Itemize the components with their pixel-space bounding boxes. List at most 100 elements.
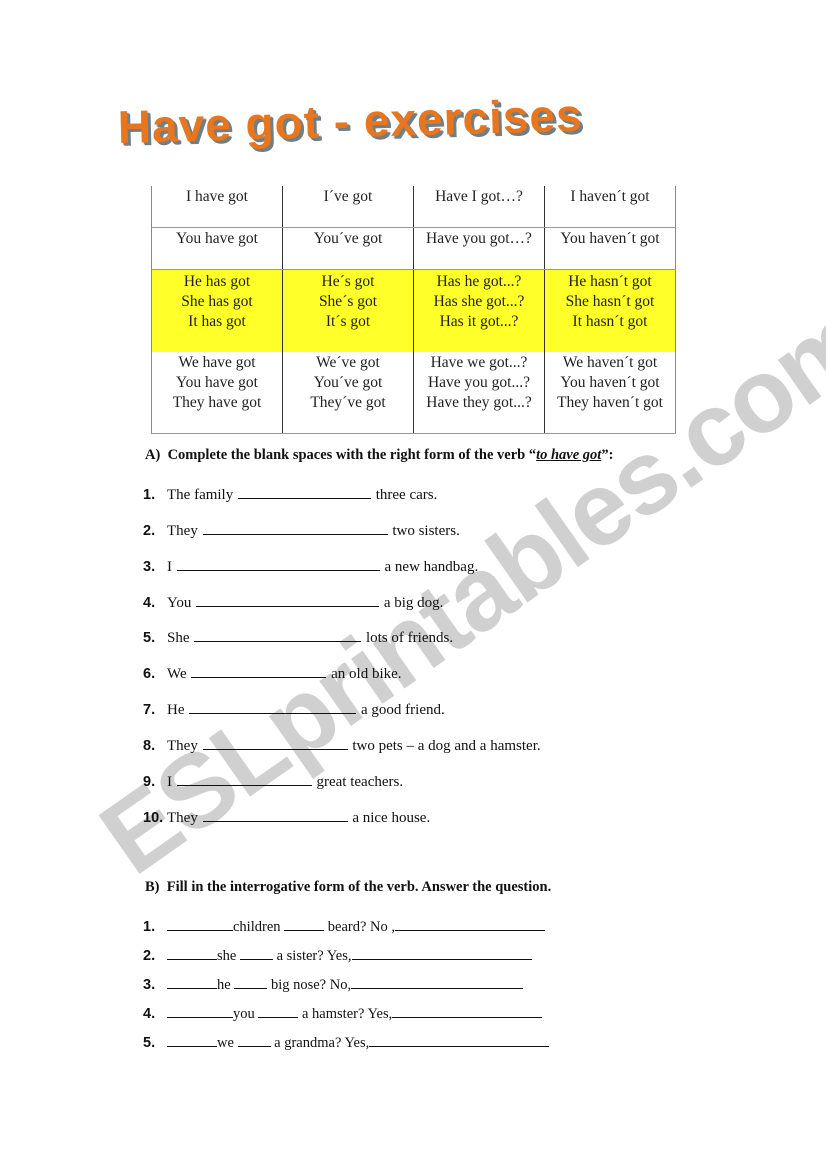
answer-blank[interactable] <box>191 663 327 678</box>
got-blank[interactable] <box>239 946 273 960</box>
section-b-text: Fill in the interrogative form of the ve… <box>166 879 552 895</box>
exercise-a-item: 8. They two pets – a dog and a hamster. <box>143 735 541 755</box>
item-subject: I <box>167 774 172 790</box>
table-cell: I´ve got <box>282 186 414 228</box>
conjugation-table: I have got I´ve got Have I got…? I haven´t … <box>151 186 676 434</box>
answer-blank[interactable] <box>395 917 545 931</box>
cell-text: It hasn´t got <box>572 313 648 330</box>
item-subject: you <box>233 1006 255 1022</box>
answer-blank[interactable] <box>196 592 380 607</box>
table-cell: He´s got She´s got It´s got <box>282 269 414 352</box>
table-cell: Has he got...? Has she got...? Has it got.… <box>413 269 545 352</box>
verb-blank[interactable] <box>167 1033 217 1047</box>
cell-text: We haven´t got <box>562 354 658 371</box>
item-rest: two sisters. <box>392 523 460 539</box>
cell-text: You haven´t got <box>560 374 660 391</box>
cell-text: Have you got...? <box>427 374 530 391</box>
table-cell: He hasn´t got She hasn´t got It hasn´t got <box>544 269 676 352</box>
item-rest: a new handbag. <box>384 559 479 575</box>
answer-blank[interactable] <box>369 1033 550 1047</box>
cell-text: Have you got…? <box>426 230 532 247</box>
cell-text: Has it got...? <box>439 313 519 330</box>
table-row: We have got You have got They have got We´v… <box>151 352 676 434</box>
table-row: I have got I´ve got Have I got…? I haven´t … <box>151 186 676 228</box>
answer-blank[interactable] <box>176 771 312 786</box>
cell-text: Has she got...? <box>433 293 525 310</box>
table-cell: Have you got…? <box>413 227 545 270</box>
item-subject: They <box>167 523 198 539</box>
table-cell: You´ve got <box>282 227 414 270</box>
answer-blank[interactable] <box>176 556 380 571</box>
exercise-a-item: 7. He a good friend. <box>143 699 445 719</box>
cell-text: Have I got…? <box>435 188 523 205</box>
cell-text: I haven´t got <box>570 188 650 205</box>
answer-blank[interactable] <box>194 627 362 642</box>
item-object: big nose? No, <box>270 977 352 993</box>
item-rest: an old bike. <box>331 666 402 682</box>
answer-blank[interactable] <box>202 735 348 750</box>
table-row: You have got You´ve got Have you got…? You … <box>151 227 676 270</box>
exercise-a-item: 1. The family three cars. <box>143 484 437 504</box>
item-number: 6. <box>143 666 156 682</box>
exercise-b-item: 4. you a hamster? Yes, <box>143 1004 543 1023</box>
table-cell: You have got <box>151 227 283 270</box>
verb-blank[interactable] <box>167 975 217 989</box>
exercise-a-item: 2. They two sisters. <box>143 520 460 540</box>
cell-text: You´ve got <box>313 230 383 247</box>
cell-text: You haven´t got <box>560 230 660 247</box>
table-cell: You haven´t got <box>544 227 676 270</box>
exercise-b-item: 5. we a grandma? Yes, <box>143 1033 550 1052</box>
item-number: 7. <box>143 702 156 718</box>
got-blank[interactable] <box>234 975 268 989</box>
item-number: 4. <box>143 595 156 611</box>
item-subject: he <box>217 977 231 993</box>
got-blank[interactable] <box>258 1004 299 1018</box>
exercise-b-item: 2. she a sister? Yes, <box>143 946 532 965</box>
table-cell: Have we got...? Have you got...? Have they… <box>413 352 545 434</box>
table-cell: We have got You have got They have got <box>151 352 283 434</box>
cell-text: You´ve got <box>313 374 383 391</box>
answer-blank[interactable] <box>202 807 348 822</box>
item-object: a sister? Yes, <box>276 948 352 964</box>
answer-blank[interactable] <box>202 520 388 535</box>
table-cell: He has got She has got It has got <box>151 269 283 352</box>
item-number: 2. <box>143 523 156 539</box>
item-number: 5. <box>143 630 156 646</box>
cell-text: He hasn´t got <box>568 273 652 290</box>
got-blank[interactable] <box>284 917 325 931</box>
item-number: 3. <box>143 559 156 575</box>
verb-blank[interactable] <box>167 1004 233 1018</box>
cell-text: She hasn´t got <box>565 293 655 310</box>
exercise-a-item: 9. I great teachers. <box>143 771 403 791</box>
item-subject: We <box>167 666 187 682</box>
answer-blank[interactable] <box>189 699 357 714</box>
item-number: 9. <box>143 774 156 790</box>
answer-blank[interactable] <box>351 946 532 960</box>
table-cell: We´ve got You´ve got They´ve got <box>282 352 414 434</box>
answer-blank[interactable] <box>392 1004 543 1018</box>
answer-blank[interactable] <box>237 484 371 499</box>
item-rest: a big dog. <box>383 595 444 611</box>
item-number: 1. <box>143 919 156 935</box>
section-a-instruction: A) Complete the blank spaces with the ri… <box>145 447 613 464</box>
cell-text: They haven´t got <box>557 394 663 411</box>
cell-text: Have we got...? <box>430 354 528 371</box>
cell-text: We´ve got <box>316 354 380 371</box>
cell-text: Have they got...? <box>426 394 532 411</box>
cell-text: Has he got...? <box>436 273 522 290</box>
cell-text: They have got <box>172 394 262 411</box>
table-cell: Have I got…? <box>413 186 545 228</box>
answer-blank[interactable] <box>351 975 524 989</box>
exercise-a-item: 4. You a big dog. <box>143 592 443 612</box>
table-row: He has got She has got It has got He´s got S… <box>151 269 676 352</box>
cell-text: She´s got <box>318 293 378 310</box>
verb-blank[interactable] <box>167 946 217 960</box>
got-blank[interactable] <box>237 1033 271 1047</box>
verb-blank[interactable] <box>167 917 233 931</box>
item-rest: great teachers. <box>316 774 404 790</box>
item-subject: I <box>167 559 172 575</box>
cell-text: I´ve got <box>323 188 373 205</box>
cell-text: It has got <box>188 313 246 330</box>
cell-text: He´s got <box>321 273 375 290</box>
instruction-prefix: Complete the blank spaces with the right… <box>167 447 537 463</box>
